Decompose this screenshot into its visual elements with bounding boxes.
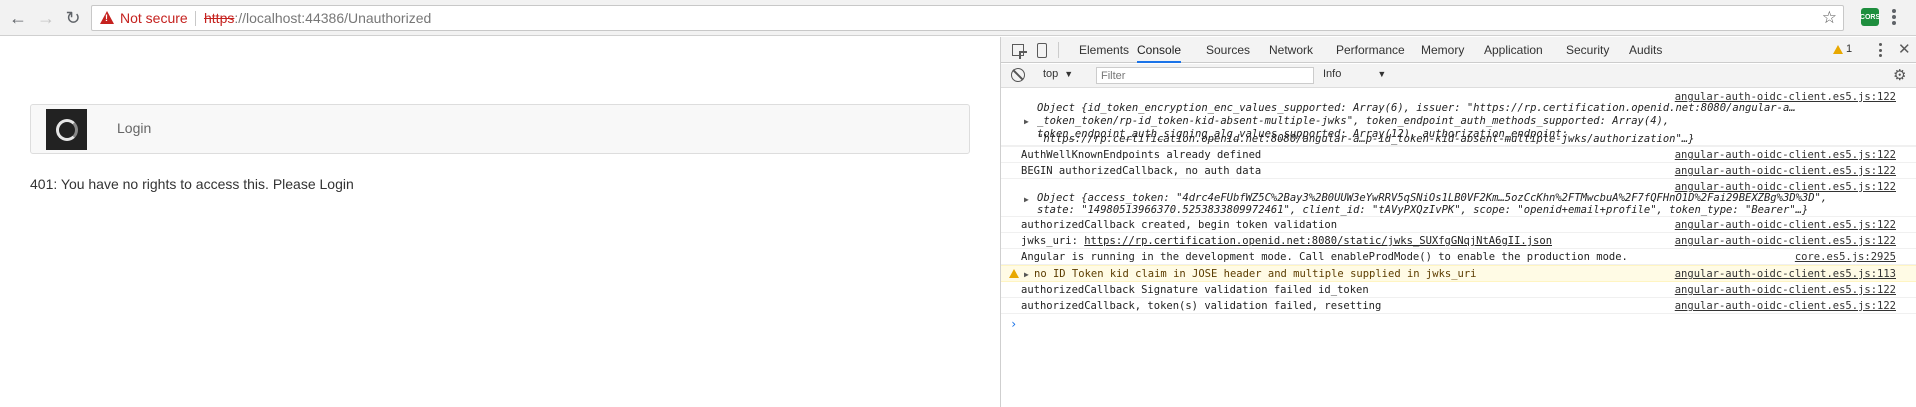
- object-preview-line: "https://rp.certification.openid.net:808…: [1037, 133, 1695, 145]
- security-indicator[interactable]: Not secure: [120, 10, 188, 26]
- address-bar[interactable]: Not secure https://localhost:44386/Unaut…: [91, 5, 1844, 31]
- message-source-link[interactable]: angular-auth-oidc-client.es5.js:122: [1675, 300, 1896, 312]
- console-message-continuation: "https://rp.certification.openid.net:808…: [1001, 133, 1916, 147]
- omnibox-divider: [195, 11, 196, 26]
- message-text: authorizedCallback Signature validation …: [1021, 284, 1369, 296]
- object-preview-line: Object {id_token_encryption_enc_values_s…: [1037, 102, 1796, 114]
- login-bar: Login: [30, 104, 970, 154]
- tab-sources[interactable]: Sources: [1206, 37, 1250, 63]
- tab-memory[interactable]: Memory: [1421, 37, 1464, 63]
- console-message: authorizedCallback, token(s) validation …: [1001, 298, 1916, 314]
- browser-toolbar: ← → ↻ Not secure https://localhost:44386…: [0, 0, 1916, 36]
- console-log: angular-auth-oidc-client.es5.js:122 ▶ Ob…: [1001, 89, 1916, 407]
- console-prompt-icon[interactable]: ›: [1010, 317, 1017, 331]
- object-preview-line: _token_token/rp-id_token-kid-absent-mult…: [1037, 115, 1670, 127]
- close-devtools-icon[interactable]: ✕: [1898, 40, 1911, 58]
- page-content: Login 401: You have no rights to access …: [0, 37, 1000, 407]
- message-source-link[interactable]: angular-auth-oidc-client.es5.js:122: [1675, 219, 1896, 231]
- jwks-label: jwks_uri:: [1021, 235, 1085, 247]
- warning-counter[interactable]: 1: [1833, 43, 1852, 55]
- forward-arrow-icon[interactable]: →: [34, 6, 58, 30]
- object-preview-line: Object {access_token: "4drc4eFUbfWZ5C%2B…: [1037, 192, 1828, 204]
- not-secure-warning-icon[interactable]: [100, 11, 114, 24]
- login-link[interactable]: Login: [117, 120, 151, 136]
- devtools-panel: Elements Console Sources Network Perform…: [1000, 37, 1916, 407]
- message-text: authorizedCallback, token(s) validation …: [1021, 300, 1382, 312]
- console-toolbar: top ▼ Info ▼ ⚙: [1001, 64, 1916, 88]
- console-message: jwks_uri: https://rp.certification.openi…: [1001, 233, 1916, 249]
- context-dropdown-icon: ▼: [1064, 69, 1074, 79]
- tab-application[interactable]: Application: [1484, 37, 1543, 63]
- message-text: Angular is running in the development mo…: [1021, 251, 1628, 263]
- message-source-link[interactable]: angular-auth-oidc-client.es5.js:122: [1675, 284, 1896, 296]
- console-message: AuthWellKnownEndpoints already defined a…: [1001, 147, 1916, 163]
- message-source-link[interactable]: angular-auth-oidc-client.es5.js:122: [1675, 165, 1896, 177]
- clear-console-icon[interactable]: [1011, 68, 1025, 82]
- warning-count: 1: [1846, 43, 1853, 55]
- message-text: no ID Token kid claim in JOSE header and…: [1034, 268, 1477, 280]
- expand-triangle-icon[interactable]: ▶: [1024, 270, 1029, 279]
- browser-menu-icon[interactable]: [1891, 7, 1897, 27]
- console-warning-message: ▶ no ID Token kid claim in JOSE header a…: [1001, 265, 1916, 282]
- message-text: BEGIN authorizedCallback, no auth data: [1021, 165, 1262, 177]
- tab-console[interactable]: Console: [1137, 37, 1182, 63]
- message-source-link[interactable]: angular-auth-oidc-client.es5.js:113: [1675, 268, 1896, 280]
- message-source-link[interactable]: angular-auth-oidc-client.es5.js:122: [1675, 235, 1896, 247]
- message-text: authorizedCallback created, begin token …: [1021, 219, 1338, 231]
- console-message: authorizedCallback Signature validation …: [1001, 282, 1916, 298]
- context-selector[interactable]: top ▼: [1043, 68, 1073, 80]
- object-preview-line: state: "14980513966370.5253833809972461"…: [1037, 204, 1809, 216]
- level-dropdown-icon: ▼: [1377, 69, 1387, 79]
- back-arrow-icon[interactable]: ←: [6, 6, 30, 30]
- console-filter-input[interactable]: [1096, 67, 1314, 84]
- log-level-selector[interactable]: Info ▼: [1323, 68, 1386, 80]
- warning-icon: [1009, 269, 1019, 278]
- app-logo: [46, 109, 87, 150]
- devtools-menu-icon[interactable]: [1877, 42, 1883, 58]
- message-text: jwks_uri: https://rp.certification.openi…: [1021, 235, 1552, 247]
- reload-icon[interactable]: ↻: [61, 6, 85, 30]
- message-source-link[interactable]: core.es5.js:2925: [1795, 251, 1896, 263]
- tab-elements[interactable]: Elements: [1079, 37, 1129, 63]
- url-path: ://localhost:44386/Unauthorized: [234, 10, 432, 26]
- jwks-uri-link[interactable]: https://rp.certification.openid.net:8080…: [1084, 235, 1552, 247]
- console-message: BEGIN authorizedCallback, no auth data a…: [1001, 163, 1916, 179]
- tab-divider: [1058, 42, 1059, 58]
- console-message: authorizedCallback created, begin token …: [1001, 217, 1916, 233]
- tab-network[interactable]: Network: [1269, 37, 1313, 63]
- url-scheme: https: [204, 10, 235, 26]
- message-source-link[interactable]: angular-auth-oidc-client.es5.js:122: [1675, 149, 1896, 161]
- expand-triangle-icon[interactable]: ▶: [1024, 117, 1029, 126]
- tab-audits[interactable]: Audits: [1629, 37, 1662, 63]
- devtools-tabbar: Elements Console Sources Network Perform…: [1001, 37, 1916, 63]
- url-text[interactable]: https://localhost:44386/Unauthorized: [204, 10, 431, 26]
- bookmark-star-icon[interactable]: ☆: [1822, 8, 1837, 28]
- unauthorized-message: 401: You have no rights to access this. …: [30, 176, 354, 192]
- context-value: top: [1043, 68, 1059, 80]
- console-message: Angular is running in the development mo…: [1001, 249, 1916, 265]
- expand-triangle-icon[interactable]: ▶: [1024, 195, 1029, 204]
- console-message: angular-auth-oidc-client.es5.js:122 ▶ Ob…: [1001, 179, 1916, 217]
- log-level-value: Info: [1323, 68, 1342, 80]
- console-settings-gear-icon[interactable]: ⚙: [1893, 66, 1906, 84]
- device-toolbar-icon[interactable]: [1034, 42, 1050, 58]
- inspect-element-icon[interactable]: [1010, 42, 1026, 58]
- tab-security[interactable]: Security: [1566, 37, 1609, 63]
- warning-icon: [1833, 44, 1843, 54]
- tab-performance[interactable]: Performance: [1336, 37, 1405, 63]
- cors-extension-icon[interactable]: CORS: [1860, 8, 1880, 26]
- message-text: AuthWellKnownEndpoints already defined: [1021, 149, 1262, 161]
